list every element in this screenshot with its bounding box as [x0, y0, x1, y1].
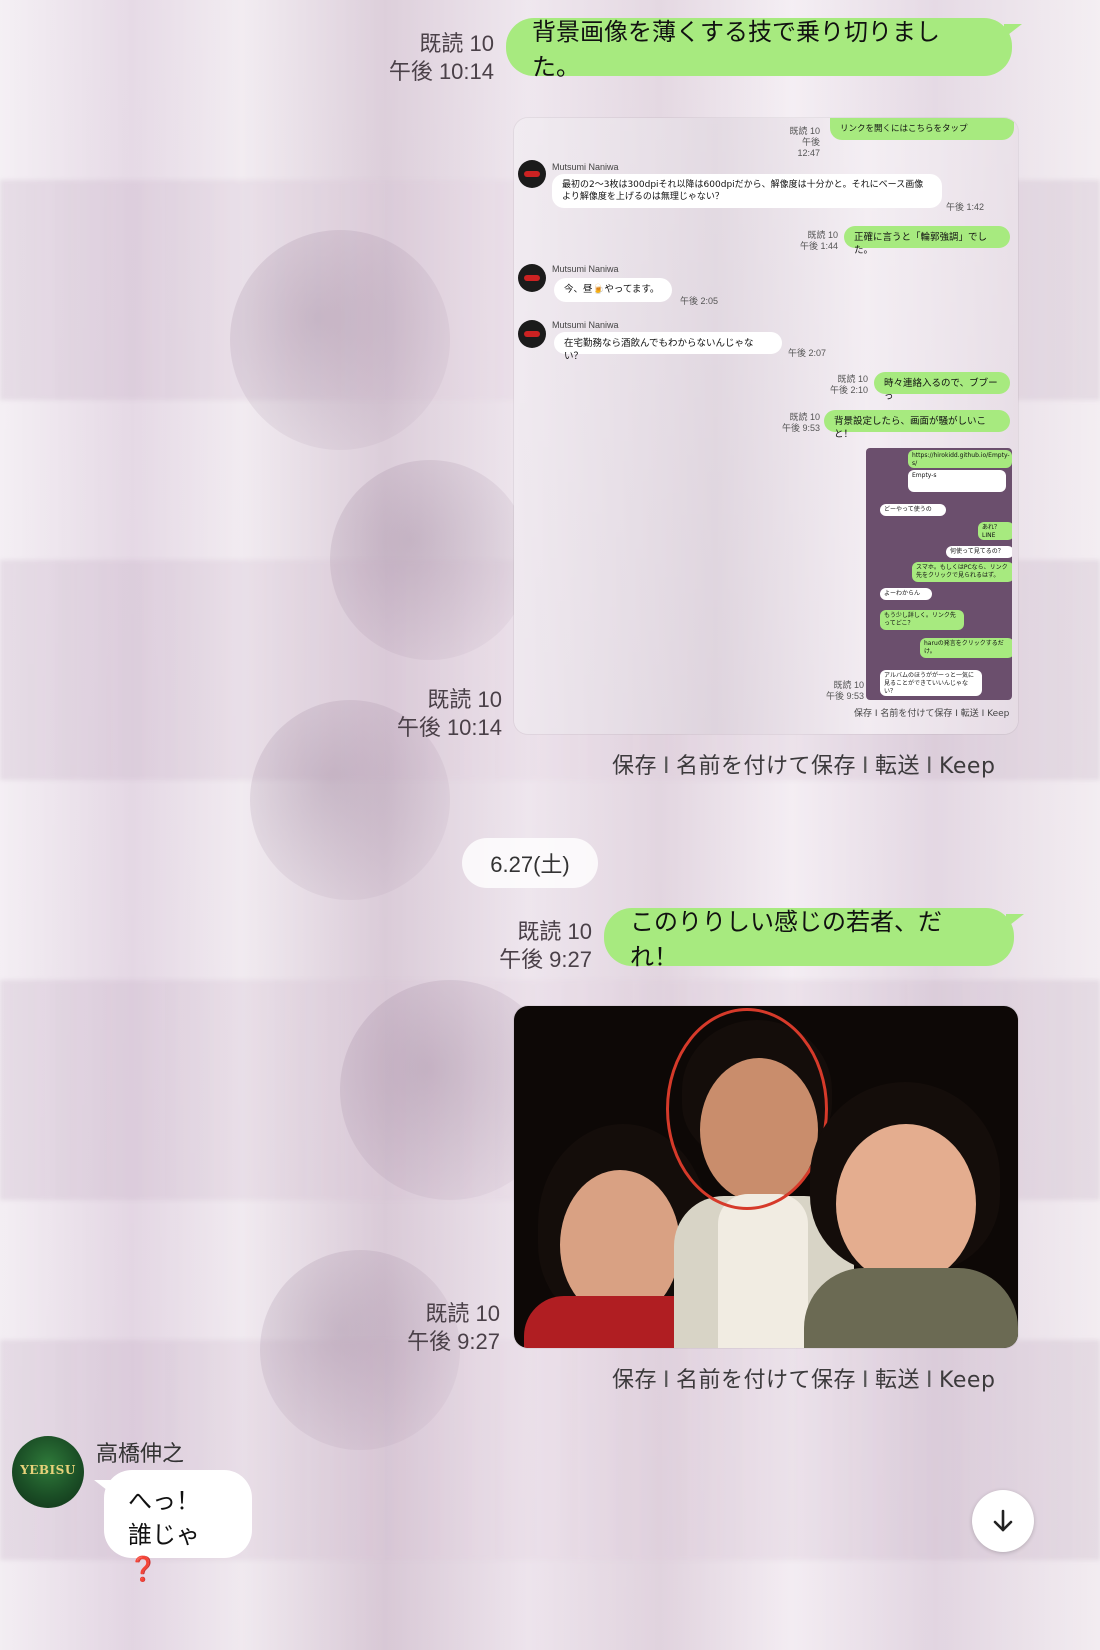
read-receipt-m3: 既読 10 午後 9:27 — [499, 919, 592, 972]
save-as-action[interactable]: 名前を付けて保存 — [676, 1368, 856, 1393]
keep-action[interactable]: Keep — [939, 754, 995, 779]
incoming-message[interactable]: へっ！ 誰じゃ ❓ — [94, 1470, 252, 1583]
forward-action[interactable]: 転送 — [875, 1368, 920, 1393]
shared-photo[interactable] — [514, 1006, 1018, 1348]
arrow-down-icon — [993, 1509, 1013, 1532]
outgoing-message-m3[interactable]: このりりしい感じの若者、だれ！ — [604, 908, 1024, 971]
message-line: 誰じゃ ❓ — [128, 1521, 200, 1583]
image-actions-m4: 保存 I 名前を付けて保存 I 転送 I Keep — [612, 1368, 996, 1393]
save-action[interactable]: 保存 — [612, 1368, 657, 1393]
keep-action[interactable]: Keep — [939, 1368, 995, 1393]
group-photo — [514, 1006, 1018, 1348]
message-line: へっ！ — [128, 1487, 200, 1515]
image-actions-m2: 保存 I 名前を付けて保存 I 転送 I Keep — [612, 754, 996, 779]
read-receipt-m1: 既読 10 午後 10:14 — [388, 31, 494, 84]
avatar[interactable]: YEBISU — [12, 1436, 84, 1508]
read-receipt-m4: 既読 10 午後 9:27 — [407, 1301, 500, 1354]
outgoing-message-m1[interactable]: 背景画像を薄くする技で乗り切りました。 — [506, 18, 1022, 81]
nested-screenshot: https://hirokidd.github.io/Empty-s/ Empt… — [866, 448, 1012, 700]
shared-screenshot-image[interactable]: 既読 10 午後 12:47 リンクを開くにはこちらをタップ Mutsumi Na… — [514, 118, 1018, 734]
highlight-circle — [666, 1008, 828, 1210]
date-separator: 6.27(土) — [462, 838, 598, 888]
question-icon: ❓ — [128, 1555, 158, 1583]
read-receipt-m2: 既読 10 午後 10:14 — [396, 687, 502, 740]
chat-screenshot-content: 既読 10 午後 12:47 リンクを開くにはこちらをタップ Mutsumi Na… — [514, 118, 1018, 734]
save-action[interactable]: 保存 — [612, 754, 657, 779]
forward-action[interactable]: 転送 — [875, 754, 920, 779]
yebisu-logo: YEBISU — [20, 1463, 76, 1477]
message-text: このりりしい感じの若者、だれ！ — [630, 908, 942, 971]
scroll-to-bottom-button[interactable] — [972, 1490, 1034, 1552]
save-as-action[interactable]: 名前を付けて保存 — [676, 754, 856, 779]
sender-name: 高橋伸之 — [96, 1442, 185, 1467]
message-text: 背景画像を薄くする技で乗り切りました。 — [532, 18, 940, 81]
